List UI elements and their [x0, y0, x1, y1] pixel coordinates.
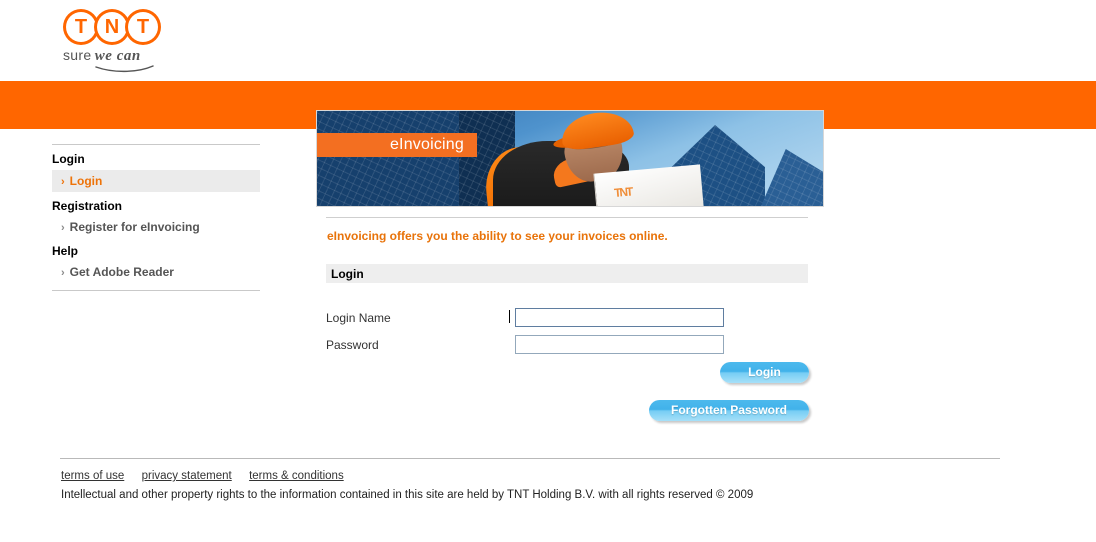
- text-cursor: [509, 310, 510, 323]
- sidebar-item-adobe-label: Get Adobe Reader: [69, 265, 174, 279]
- footer-link-privacy-statement[interactable]: privacy statement: [142, 470, 232, 482]
- tnt-logo-circles: T N T: [63, 9, 163, 45]
- content-divider: [326, 217, 808, 218]
- chevron-right-icon: ›: [61, 267, 65, 279]
- main-content: TNT eInvoicing eInvoicing offers you the…: [316, 110, 824, 421]
- sidebar-item-login-label: Login: [69, 174, 103, 188]
- sidebar-heading-help: Help: [52, 244, 79, 258]
- chevron-right-icon: ›: [61, 176, 65, 188]
- parcel-tnt-logo: TNT: [613, 184, 633, 200]
- login-section-header: Login: [326, 264, 808, 283]
- forgotten-password-button[interactable]: Forgotten Password: [649, 400, 809, 421]
- sidebar-item-register-label: Register for eInvoicing: [69, 220, 200, 234]
- sidebar-heading-login: Login: [52, 152, 85, 166]
- tnt-logo[interactable]: T N T sure we can: [63, 9, 163, 73]
- login-section-title: Login: [331, 267, 364, 281]
- sidebar-item-login[interactable]: › Login: [52, 170, 260, 192]
- sidebar-divider-bottom: [52, 290, 260, 291]
- einvoicing-hero-banner: TNT eInvoicing: [316, 110, 824, 207]
- tagline-wecan: we can: [94, 48, 141, 64]
- banner-glass-building-left: [317, 111, 467, 206]
- page-header: T N T sure we can: [0, 0, 1096, 80]
- password-label: Password: [326, 338, 379, 352]
- login-name-input[interactable]: [515, 308, 724, 327]
- tnt-logo-letter-3: T: [136, 16, 150, 38]
- tagline-underline-swoosh: [95, 65, 154, 73]
- sidebar-item-get-adobe-reader[interactable]: › Get Adobe Reader: [52, 262, 260, 282]
- sidebar-item-register-for-einvoicing[interactable]: › Register for eInvoicing: [52, 217, 260, 237]
- footer-link-terms-and-conditions[interactable]: terms & conditions: [249, 470, 344, 482]
- sidebar-heading-registration: Registration: [52, 199, 123, 213]
- login-name-label: Login Name: [326, 311, 391, 325]
- tagline-sure: sure: [63, 47, 92, 63]
- footer-link-terms-of-use[interactable]: terms of use: [61, 470, 124, 482]
- banner-label: eInvoicing: [389, 136, 464, 153]
- footer-copyright: Intellectual and other property rights t…: [61, 489, 754, 501]
- password-input[interactable]: [515, 335, 724, 354]
- footer-links: terms of use privacy statement terms & c…: [61, 468, 358, 482]
- sidebar-navigation: Login › Login Registration › Register for …: [52, 144, 260, 291]
- login-button[interactable]: Login: [720, 362, 809, 383]
- intro-text: eInvoicing offers you the ability to see…: [327, 229, 668, 243]
- tnt-logo-circle-3: T: [125, 9, 161, 45]
- footer-divider: [60, 458, 1000, 459]
- chevron-right-icon: ›: [61, 222, 65, 234]
